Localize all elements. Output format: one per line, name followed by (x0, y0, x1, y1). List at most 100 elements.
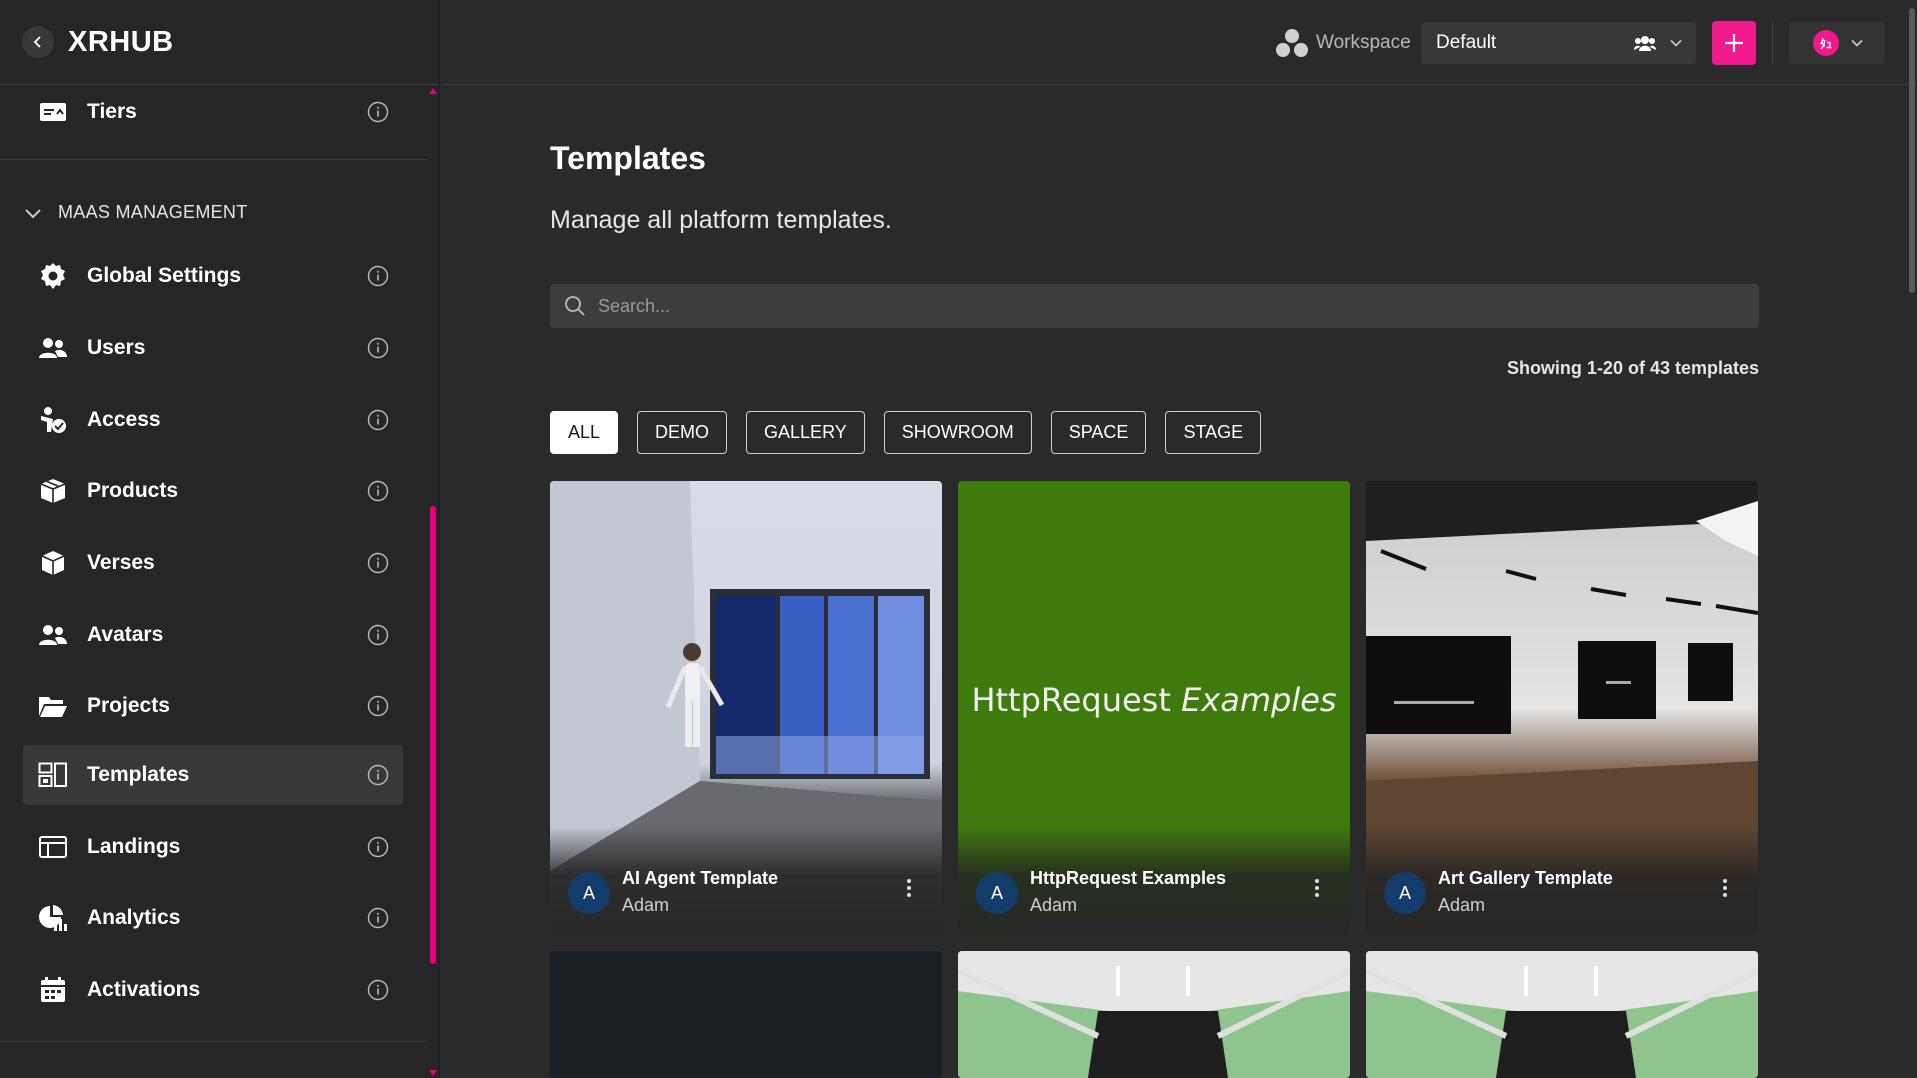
page-scrollbar-thumb[interactable] (1909, 8, 1915, 293)
avatar: A (976, 872, 1018, 914)
sidebar-item-verses[interactable]: Verses (23, 533, 403, 593)
avatars-icon (37, 619, 69, 651)
scroll-up-arrow-icon[interactable] (429, 88, 437, 94)
page-scrollbar[interactable] (1906, 0, 1917, 1078)
info-icon[interactable] (366, 835, 390, 859)
info-icon[interactable] (366, 978, 390, 1002)
more-options-icon[interactable] (906, 878, 912, 903)
card-title: HttpRequest Examples (1030, 868, 1227, 888)
more-options-icon[interactable] (1722, 878, 1728, 903)
section-header-maas[interactable]: MAAS MANAGEMENT (24, 202, 248, 223)
card-author: Adam (1030, 895, 1078, 915)
boxes-icon (37, 475, 69, 507)
avatar: A (1384, 872, 1426, 914)
sidebar-item-label: Projects (87, 694, 170, 717)
results-count: Showing 1-20 of 43 templates (1506, 358, 1759, 378)
sidebar: XRHUB Tiers MAAS MANAGEMENT Global Setti… (0, 0, 440, 1078)
gear-icon (37, 260, 69, 292)
sidebar-item-label: Tiers (87, 100, 137, 123)
info-icon[interactable] (366, 479, 390, 503)
sidebar-item-label: Global Settings (87, 264, 242, 287)
folder-icon (37, 690, 69, 722)
template-card[interactable] (958, 951, 1350, 1078)
workspace-select[interactable]: Default (1421, 22, 1696, 64)
topbar-divider (1772, 22, 1773, 64)
thumbnail-text-a: HttpRequest (971, 681, 1171, 719)
info-icon[interactable] (366, 551, 390, 575)
landings-icon (37, 831, 69, 863)
plus-icon (1725, 34, 1743, 52)
sidebar-item-landings[interactable]: Landings (23, 817, 403, 877)
filter-stage[interactable]: STAGE (1165, 411, 1262, 454)
sidebar-divider (0, 1041, 426, 1042)
scroll-down-arrow-icon[interactable] (429, 1070, 437, 1076)
filter-space[interactable]: SPACE (1050, 411, 1147, 454)
sidebar-scroll-area: Tiers MAAS MANAGEMENT Global Settings Us… (0, 86, 426, 1078)
back-button[interactable] (22, 26, 54, 58)
more-options-icon[interactable] (1314, 878, 1320, 903)
search-box[interactable] (550, 284, 1759, 328)
sidebar-item-global-settings[interactable]: Global Settings (23, 246, 403, 306)
chevron-down-icon (24, 207, 42, 219)
template-card[interactable]: A Art Gallery Template Adam (1366, 481, 1758, 936)
search-input[interactable] (598, 295, 1698, 317)
sidebar-item-templates[interactable]: Templates (23, 745, 403, 805)
sidebar-item-tiers[interactable]: Tiers (23, 86, 403, 142)
access-icon (37, 404, 69, 436)
chevron-down-icon (1851, 39, 1863, 47)
info-icon[interactable] (366, 906, 390, 930)
card-thumbnail (1366, 951, 1758, 1078)
info-icon[interactable] (366, 623, 390, 647)
sidebar-scrollbar[interactable] (426, 86, 440, 1078)
sidebar-item-label: Landings (87, 835, 181, 858)
sidebar-item-analytics[interactable]: Analytics (23, 888, 403, 948)
search-icon (565, 296, 585, 316)
sidebar-item-products[interactable]: Products (23, 461, 403, 521)
sidebar-scrollbar-thumb[interactable] (430, 506, 436, 964)
user-menu[interactable]: ﾀｭ (1789, 22, 1885, 64)
template-card[interactable] (1366, 951, 1758, 1078)
activations-icon (37, 974, 69, 1006)
sidebar-item-projects[interactable]: Projects (23, 676, 403, 736)
info-icon[interactable] (366, 264, 390, 288)
chevron-down-icon (1670, 39, 1682, 47)
page-title: Templates (550, 140, 706, 176)
sidebar-item-users[interactable]: Users (23, 318, 403, 378)
chevron-left-icon (33, 36, 41, 48)
card-thumbnail (958, 951, 1350, 1078)
page-subtitle: Manage all platform templates. (550, 206, 892, 234)
sidebar-item-avatars[interactable]: Avatars (23, 605, 403, 665)
sidebar-item-label: Products (87, 479, 179, 502)
users-icon (37, 332, 69, 364)
info-icon[interactable] (366, 408, 390, 432)
sidebar-item-label: Activations (87, 978, 201, 1001)
card-title: AI Agent Template (622, 868, 779, 888)
add-button[interactable] (1712, 21, 1756, 65)
sidebar-divider (0, 159, 426, 160)
thumbnail-text-b: Examples (1181, 681, 1337, 719)
cube-icon (37, 547, 69, 579)
card-title: Art Gallery Template (1438, 868, 1613, 888)
info-icon[interactable] (366, 100, 390, 124)
filter-showroom[interactable]: SHOWROOM (883, 411, 1032, 454)
card-author: Adam (1438, 895, 1486, 915)
workspace-label: Workspace (1316, 32, 1411, 53)
sidebar-item-label: Verses (87, 551, 155, 574)
template-card[interactable]: HttpRequest Examples A HttpRequest Examp… (958, 481, 1350, 936)
sidebar-item-label: Users (87, 336, 146, 359)
filter-demo[interactable]: DEMO (637, 411, 728, 454)
avatar: ﾀｭ (1813, 30, 1839, 56)
sidebar-item-access[interactable]: Access (23, 390, 403, 450)
info-icon[interactable] (366, 763, 390, 787)
sidebar-item-activations[interactable]: Activations (23, 960, 403, 1020)
template-card[interactable]: A AI Agent Template Adam (550, 481, 942, 936)
info-icon[interactable] (366, 694, 390, 718)
filter-all[interactable]: ALL (550, 411, 619, 454)
filter-gallery[interactable]: GALLERY (746, 411, 865, 454)
info-icon[interactable] (366, 336, 390, 360)
sidebar-item-label: Access (87, 408, 161, 431)
template-card[interactable] (550, 951, 942, 1078)
card-author: Adam (622, 895, 670, 915)
sidebar-header: XRHUB (0, 0, 439, 85)
analytics-icon (37, 902, 69, 934)
